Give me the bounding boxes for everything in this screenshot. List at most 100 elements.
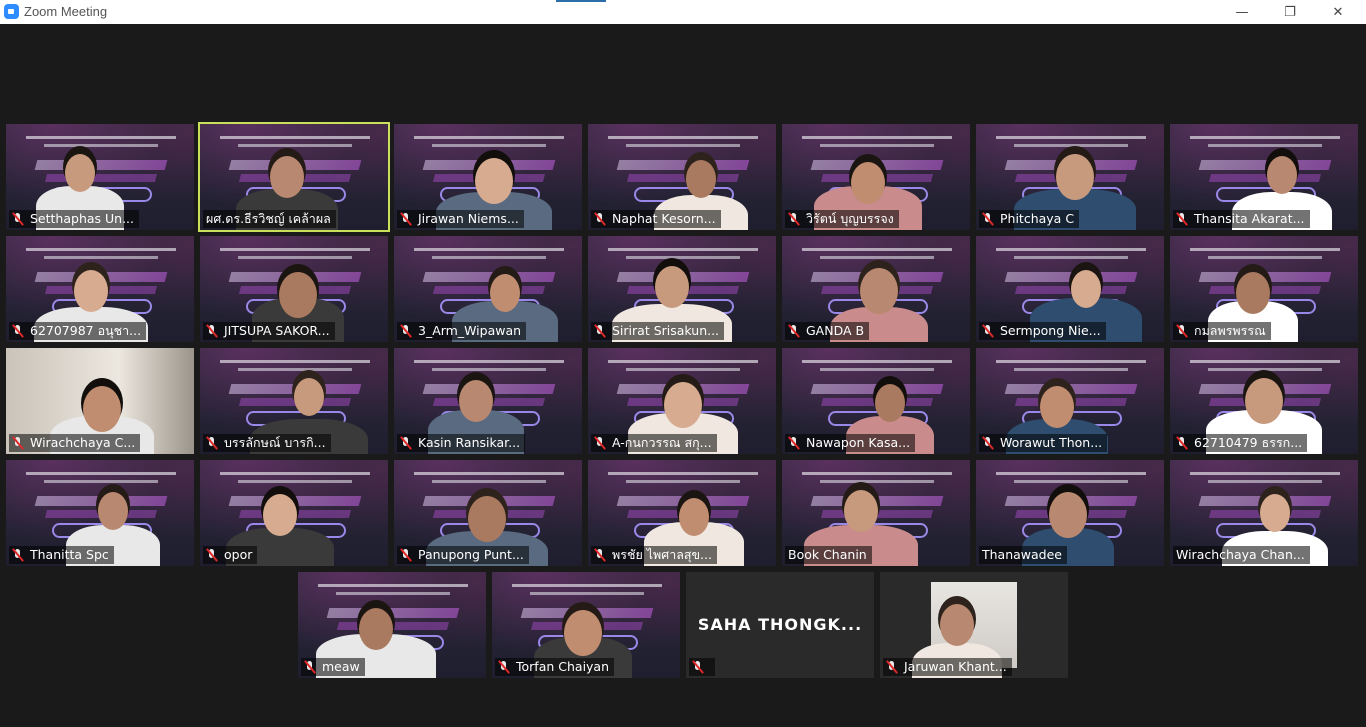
zoom-app-icon [4,4,19,19]
muted-mic-icon [788,436,800,450]
participant-name: Thanitta Spc [30,547,109,562]
participant-tile[interactable]: บรรลักษณ์ บารกิ... [200,348,388,454]
participant-name-label: Worawut Thon... [979,434,1108,452]
participant-name: Thansita Akarat... [1194,211,1305,226]
participant-name-label: Wirachchaya Chan... [1173,546,1310,564]
participant-name: A-กนกวรรณ สกุ... [612,435,712,450]
title-bar: Zoom Meeting — ❐ ✕ [0,0,1366,24]
participant-tile[interactable]: meaw [298,572,486,678]
muted-mic-icon [400,436,412,450]
participant-name-label: 62710479 ธรรก... [1173,434,1308,452]
participant-name-label: Jaruwan Khant... [883,658,1012,676]
muted-mic-icon [400,212,412,226]
participant-tile[interactable]: Book Chanin [782,460,970,566]
participant-name: Naphat Kesorn... [612,211,716,226]
participant-name-label: meaw [301,658,365,676]
muted-mic-icon [1176,324,1188,338]
participant-tile[interactable]: Nawapon Kasa... [782,348,970,454]
participant-name-label: Thanitta Spc [9,546,114,564]
participant-tile[interactable]: 62707987 อนุชา... [6,236,194,342]
participant-name: กมลพรพรรณ [1194,323,1266,338]
participant-tile[interactable]: Wirachchaya Chan... [1170,460,1358,566]
participant-name-label: Torfan Chaiyan [495,658,615,676]
participant-name: วิรัตน์ บุญบรรจง [806,211,894,226]
muted-mic-icon [1176,212,1188,226]
participant-name-label: GANDA B [785,322,870,340]
participant-name: Sermpong Nie... [1000,323,1101,338]
participant-name-label [689,658,715,676]
participant-tile[interactable]: Thanitta Spc [6,460,194,566]
muted-mic-icon [594,212,606,226]
participant-tile[interactable]: Torfan Chaiyan [492,572,680,678]
participant-tile[interactable]: Panupong Punt... [394,460,582,566]
muted-mic-icon [788,212,800,226]
participant-tile[interactable]: Sirirat Srisakun... [588,236,776,342]
participant-name-label: Thanawadee [979,546,1067,564]
participant-tile[interactable]: Thansita Akarat... [1170,124,1358,230]
participant-name: JITSUPA SAKOR... [224,323,330,338]
participant-name: Worawut Thon... [1000,435,1103,450]
muted-mic-icon [498,660,510,674]
muted-mic-icon [594,436,606,450]
participant-name-label: Setthaphas Un... [9,210,140,228]
muted-mic-icon [12,436,24,450]
participant-tile[interactable]: Jirawan Niems... [394,124,582,230]
participant-tile[interactable]: Worawut Thon... [976,348,1164,454]
participant-tile[interactable]: Sermpong Nie... [976,236,1164,342]
participant-name: บรรลักษณ์ บารกิ... [224,435,326,450]
muted-mic-icon [982,436,994,450]
participant-name-label: วิรัตน์ บุญบรรจง [785,210,899,228]
participant-tile[interactable]: Setthaphas Un... [6,124,194,230]
participant-tile[interactable]: opor [200,460,388,566]
participant-name: Sirirat Srisakun... [612,323,720,338]
participant-tile[interactable]: วิรัตน์ บุญบรรจง [782,124,970,230]
participant-tile[interactable]: พรชัย ไพศาลสุข... [588,460,776,566]
participant-name-label: 3_Arm_Wipawan [397,322,527,340]
participant-name-label: Sirirat Srisakun... [591,322,725,340]
close-button[interactable]: ✕ [1314,0,1362,24]
participant-name: 62707987 อนุชา... [30,323,142,338]
participant-name: Torfan Chaiyan [516,659,610,674]
participant-tile[interactable]: 3_Arm_Wipawan [394,236,582,342]
participant-name-label: JITSUPA SAKOR... [203,322,335,340]
muted-mic-icon [692,660,704,674]
minimize-button[interactable]: — [1218,0,1266,24]
participant-name: 3_Arm_Wipawan [418,323,522,338]
participant-tile[interactable]: A-กนกวรรณ สกุ... [588,348,776,454]
muted-mic-icon [982,212,994,226]
participant-tile[interactable]: JITSUPA SAKOR... [200,236,388,342]
participant-name-label: Phitchaya C [979,210,1080,228]
muted-mic-icon [594,548,606,562]
participant-name-label: Sermpong Nie... [979,322,1106,340]
participant-tile[interactable]: SAHA THONGK... [686,572,874,678]
participant-tile[interactable]: Naphat Kesorn... [588,124,776,230]
participant-tile[interactable]: ผศ.ดร.ธีรวิชญ์ เคล้าผล [198,122,390,232]
maximize-button[interactable]: ❐ [1266,0,1314,24]
muted-mic-icon [206,436,218,450]
participant-name: Thanawadee [982,547,1062,562]
participant-name-label: Kasin Ransikar... [397,434,526,452]
window-title: Zoom Meeting [24,4,108,19]
participant-name-label: Book Chanin [785,546,872,564]
participant-tile[interactable]: Kasin Ransikar... [394,348,582,454]
participant-name-label: A-กนกวรรณ สกุ... [591,434,717,452]
muted-mic-icon [1176,436,1188,450]
participant-name: Jaruwan Khant... [904,659,1007,674]
participant-tile[interactable]: GANDA B [782,236,970,342]
participant-tile[interactable]: กมลพรพรรณ [1170,236,1358,342]
participant-tile[interactable]: Wirachchaya C... [6,348,194,454]
muted-mic-icon [12,212,24,226]
participant-name: Book Chanin [788,547,867,562]
participant-tile[interactable]: Jaruwan Khant... [880,572,1068,678]
muted-mic-icon [400,548,412,562]
participant-name-label: Panupong Punt... [397,546,529,564]
muted-mic-icon [594,324,606,338]
participant-tile[interactable]: Phitchaya C [976,124,1164,230]
participant-name: Setthaphas Un... [30,211,135,226]
participant-name: Panupong Punt... [418,547,524,562]
participant-tile[interactable]: Thanawadee [976,460,1164,566]
participant-name-label: Jirawan Niems... [397,210,524,228]
participant-name: Wirachchaya Chan... [1176,547,1305,562]
participant-name: ผศ.ดร.ธีรวิชญ์ เคล้าผล [206,211,331,226]
participant-tile[interactable]: 62710479 ธรรก... [1170,348,1358,454]
